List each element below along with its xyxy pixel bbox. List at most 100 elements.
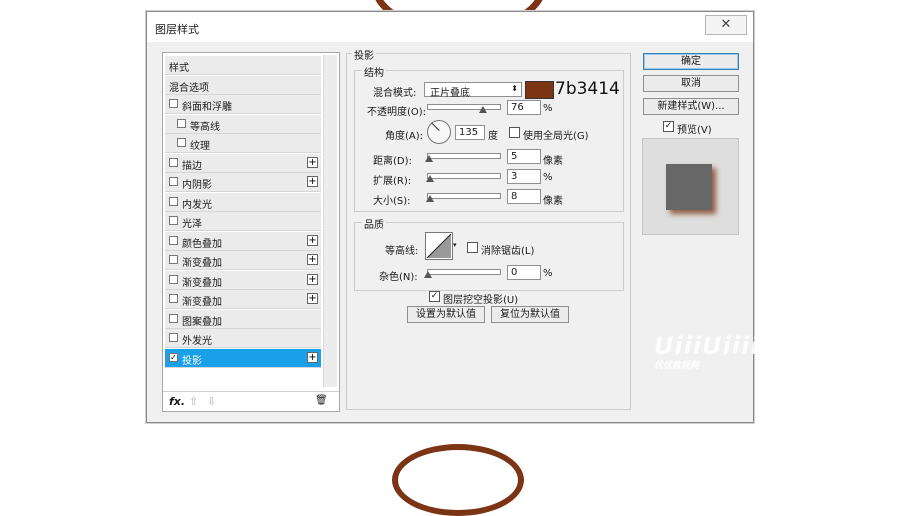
style-item-label: 图案叠加	[182, 316, 222, 328]
style-item[interactable]: 描边 +	[165, 153, 321, 173]
add-style-icon[interactable]: +	[307, 273, 318, 285]
style-item[interactable]: 渐变叠加 +	[165, 290, 321, 309]
close-icon: ✕	[720, 17, 732, 32]
spread-label: 扩展(R):	[373, 176, 412, 187]
size-slider[interactable]	[426, 193, 501, 202]
layer-style-dialog: 图层样式 ✕ 样式 混合选项 斜面和浮雕 等高线 纹理 描边 + 内阴影 + 内发光 光泽 颜色叠加 +…	[146, 11, 759, 423]
style-item[interactable]: 颜色叠加 +	[165, 231, 321, 251]
style-item-checkbox[interactable]	[169, 333, 178, 342]
add-style-icon[interactable]: +	[307, 293, 318, 304]
spread-slider-thumb[interactable]	[426, 175, 435, 182]
style-item-label: 内发光	[182, 199, 212, 211]
noise-slider[interactable]	[424, 269, 501, 278]
antialias-label: 消除锯齿(L)	[481, 246, 535, 257]
style-item-label: 样式	[169, 63, 189, 74]
antialias-checkbox[interactable]	[467, 242, 478, 253]
style-item[interactable]: 纹理	[165, 134, 321, 153]
distance-value: 5	[511, 151, 518, 162]
size-input[interactable]: 8	[507, 189, 541, 204]
style-item[interactable]: 混合选项	[165, 75, 321, 95]
noise-unit: %	[543, 268, 553, 279]
style-item-checkbox[interactable]	[169, 99, 178, 108]
move-up-icon[interactable]: ⇧	[189, 395, 198, 408]
opacity-slider[interactable]	[427, 104, 501, 113]
style-item[interactable]: 内发光	[165, 192, 321, 212]
cancel-button[interactable]: 取消	[643, 75, 739, 92]
opacity-slider-thumb[interactable]	[478, 106, 487, 113]
style-item-label: 描边	[182, 160, 202, 172]
style-item[interactable]: ✓ 投影 +	[165, 348, 321, 368]
add-style-icon[interactable]: +	[307, 254, 318, 265]
background-ring-bottom	[392, 444, 524, 516]
style-item[interactable]: 光泽	[165, 212, 321, 231]
preview-checkbox[interactable]: ✓	[663, 121, 674, 132]
style-item-checkbox[interactable]	[169, 313, 178, 323]
knockout-label: 图层挖空投影(U)	[443, 295, 519, 306]
watermark-brand: UiiiUiiii	[654, 332, 760, 360]
knockout-checkbox[interactable]: ✓	[429, 291, 440, 302]
move-down-icon[interactable]: ⇩	[207, 395, 216, 408]
style-item[interactable]: 等高线	[165, 114, 321, 134]
opacity-unit: %	[543, 103, 553, 114]
trash-icon[interactable]: 🗑	[315, 395, 328, 406]
styles-list: 样式 混合选项 斜面和浮雕 等高线 纹理 描边 + 内阴影 + 内发光 光泽 颜色叠加 + 渐变叠加 + 渐变…	[162, 52, 340, 412]
new-style-button[interactable]: 新建样式(W)...	[643, 98, 739, 115]
style-item[interactable]: 渐变叠加 +	[165, 270, 321, 290]
style-item-checkbox[interactable]	[169, 255, 178, 264]
distance-slider-thumb[interactable]	[425, 155, 434, 162]
noise-input[interactable]: 0	[507, 265, 541, 280]
style-item-checkbox[interactable]: ✓	[169, 352, 178, 362]
style-item-checkbox[interactable]	[177, 138, 186, 147]
style-item[interactable]: 图案叠加	[165, 309, 321, 329]
add-style-icon[interactable]: +	[307, 176, 318, 187]
fx-icon[interactable]: fx.	[169, 395, 185, 408]
spread-value: 3	[511, 171, 518, 182]
style-item-checkbox[interactable]	[169, 177, 178, 186]
style-item-checkbox[interactable]	[169, 216, 178, 225]
opacity-input[interactable]: 76	[507, 100, 541, 115]
add-style-icon[interactable]: +	[307, 234, 318, 246]
contour-dropdown-icon[interactable]: ▾	[453, 241, 457, 249]
angle-dial[interactable]	[427, 120, 451, 144]
style-item[interactable]: 渐变叠加 +	[165, 251, 321, 270]
style-item[interactable]: 内阴影 +	[165, 173, 321, 192]
make-default-button[interactable]: 设置为默认值	[407, 306, 485, 323]
size-unit: 像素	[543, 196, 563, 207]
global-light-label: 使用全局光(G)	[523, 131, 589, 142]
spread-input[interactable]: 3	[507, 169, 541, 184]
add-style-icon[interactable]: +	[307, 156, 318, 168]
style-item-label: 投影	[182, 355, 202, 367]
style-preview	[642, 138, 739, 235]
style-item-label: 等高线	[190, 121, 220, 133]
ok-button[interactable]: 确定	[643, 53, 739, 70]
blend-mode-select[interactable]: 正片叠底 ⬍	[424, 82, 522, 99]
style-item-checkbox[interactable]	[169, 274, 178, 284]
style-item-checkbox[interactable]	[169, 294, 178, 303]
style-item-checkbox[interactable]	[169, 157, 178, 167]
distance-label: 距离(D):	[373, 156, 412, 167]
style-item[interactable]: 样式	[165, 56, 321, 75]
angle-input[interactable]: 135	[455, 125, 485, 140]
global-light-checkbox[interactable]	[509, 127, 520, 138]
distance-input[interactable]: 5	[507, 149, 541, 164]
reset-default-button[interactable]: 复位为默认值	[491, 306, 569, 323]
contour-picker[interactable]	[425, 232, 453, 260]
size-label: 大小(S):	[373, 196, 411, 207]
style-item-checkbox[interactable]	[169, 196, 178, 206]
style-item-checkbox[interactable]	[169, 235, 178, 245]
distance-slider[interactable]	[425, 153, 501, 162]
add-style-icon[interactable]: +	[307, 351, 318, 363]
size-slider-thumb[interactable]	[426, 195, 435, 202]
close-button[interactable]: ✕	[705, 15, 747, 35]
style-item[interactable]: 外发光	[165, 329, 321, 348]
blend-mode-label: 混合模式:	[373, 88, 417, 99]
quality-title: 品质	[362, 216, 386, 231]
spread-slider[interactable]	[426, 173, 501, 182]
watermark-logo: UiiiUiiii 优优教程网	[654, 332, 760, 371]
shadow-color-swatch[interactable]	[525, 81, 554, 99]
styles-list-scrollbar[interactable]	[323, 55, 337, 387]
style-item-checkbox[interactable]	[177, 118, 186, 128]
style-item[interactable]: 斜面和浮雕	[165, 95, 321, 114]
noise-slider-thumb[interactable]	[424, 271, 432, 278]
noise-value: 0	[511, 267, 518, 278]
